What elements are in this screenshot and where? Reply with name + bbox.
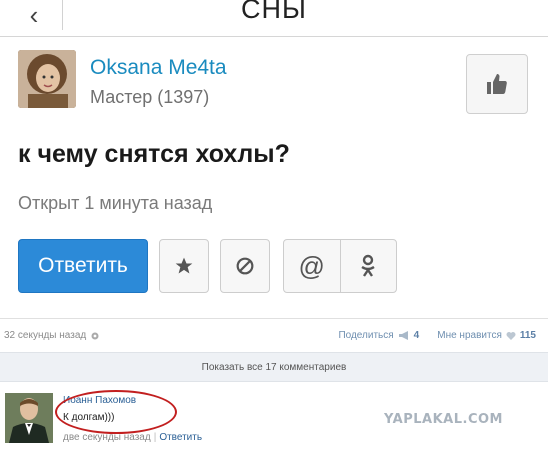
likes-count: 115: [519, 330, 536, 341]
comment-meta: две секунды назад | Ответить: [63, 432, 203, 443]
at-icon: @: [298, 250, 325, 281]
star-icon: [175, 257, 193, 274]
page-title: СНЫ: [241, 0, 307, 24]
post-time: 32 секунды назад: [4, 330, 87, 341]
favorite-button[interactable]: [159, 239, 209, 293]
share-email-button[interactable]: @: [284, 240, 340, 292]
share-count: 4: [413, 330, 420, 341]
content-divider: [0, 318, 548, 319]
comment-reply-link[interactable]: Ответить: [159, 432, 202, 443]
author-avatar[interactable]: [18, 50, 76, 108]
comment-author-avatar[interactable]: [5, 393, 53, 443]
author-name-link[interactable]: Oksana Me4ta: [90, 56, 227, 80]
likes-link[interactable]: Мне нравится: [437, 330, 502, 341]
header-bar: ‹ СНЫ: [0, 0, 548, 36]
gear-icon[interactable]: [90, 331, 100, 341]
share-link[interactable]: Поделиться: [338, 330, 393, 341]
thumbs-up-icon: [487, 74, 507, 94]
odnoklassniki-icon: [361, 254, 375, 277]
post-stats: Поделиться 4 Мне нравится 115: [338, 330, 536, 341]
question-status: Открыт 1 минута назад: [18, 193, 213, 213]
author-avatar-image: [18, 50, 76, 108]
post-meta: 32 секунды назад: [4, 330, 100, 341]
show-all-comments-button[interactable]: Показать все 17 комментариев: [0, 352, 548, 382]
share-group: @: [283, 239, 397, 293]
reply-button[interactable]: Ответить: [18, 239, 148, 293]
megaphone-icon: [398, 331, 408, 340]
block-icon: [236, 257, 254, 275]
comment-avatar-image: [5, 393, 53, 443]
share-odnoklassniki-button[interactable]: [339, 240, 397, 292]
header-divider: [0, 36, 548, 37]
show-all-comments-label: Показать все 17 комментариев: [201, 361, 347, 373]
report-button[interactable]: [220, 239, 270, 293]
heart-icon: [506, 332, 516, 340]
question-title: к чему снятся хохлы?: [18, 140, 290, 168]
author-rank: Мастер (1397): [90, 87, 210, 107]
like-button[interactable]: [466, 54, 528, 114]
highlight-oval: [55, 390, 177, 434]
watermark: YAPLAKAL.COM: [384, 412, 503, 427]
